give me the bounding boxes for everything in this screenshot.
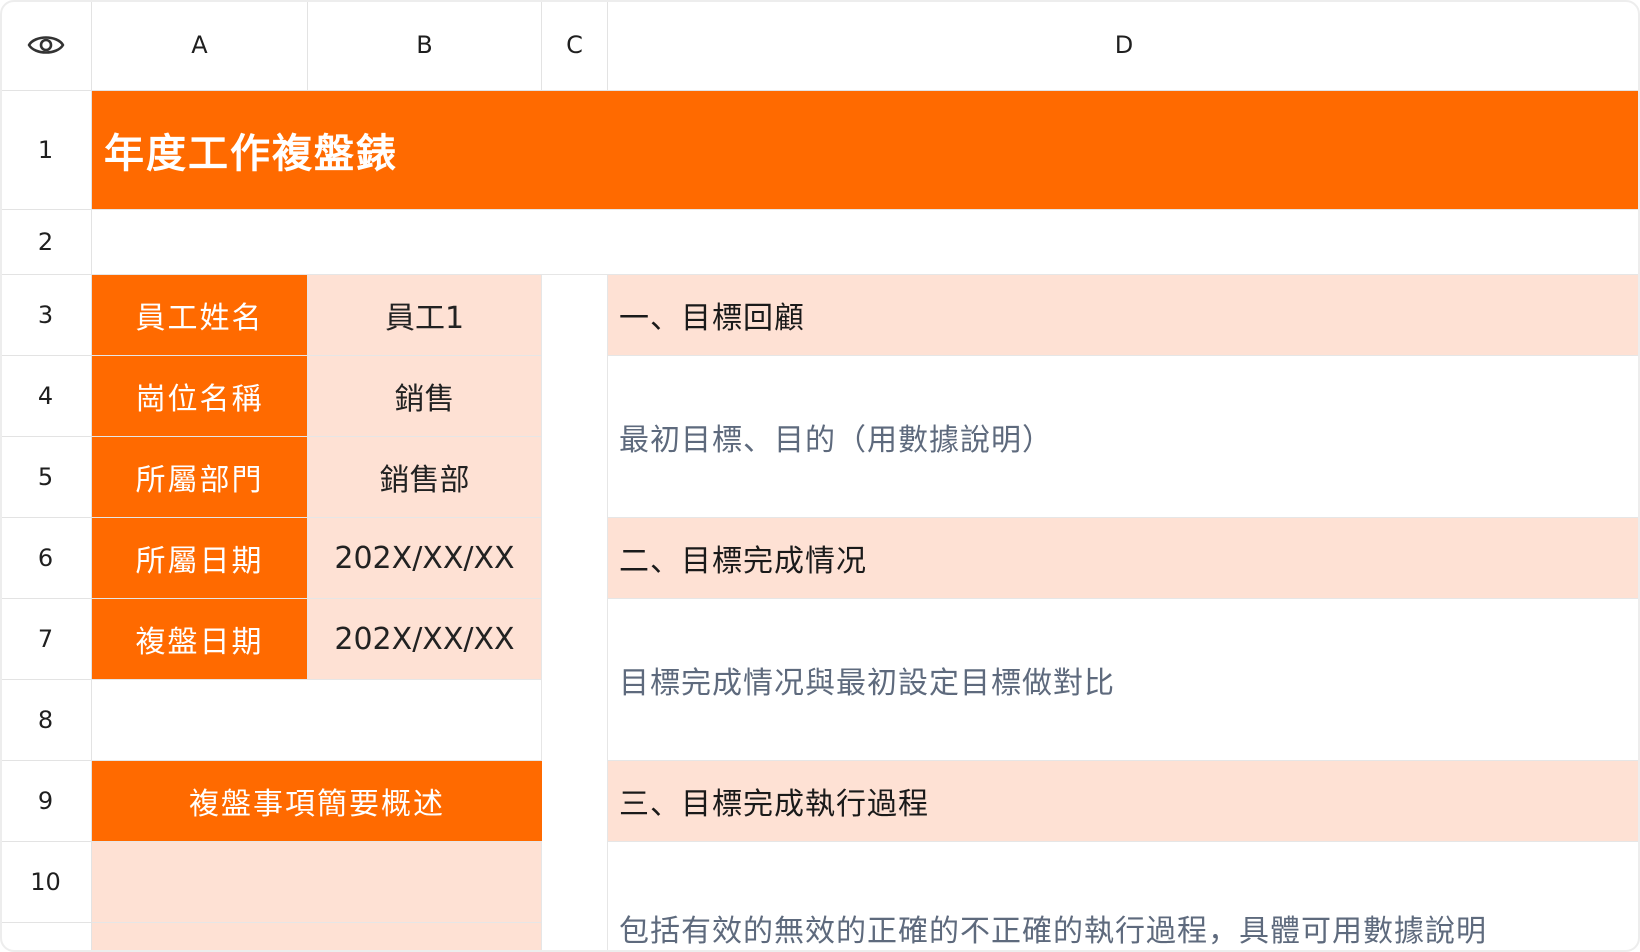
- row-header-3[interactable]: 3: [0, 275, 92, 356]
- spreadsheet: A B C D 1 2 3 4 5 6 7 8 9 10 年度工作複盤錶 員工姓…: [0, 0, 1640, 952]
- row-header-2[interactable]: 2: [0, 210, 92, 275]
- section-hint-text: 最初目標、目的（用數據說明）: [619, 422, 1053, 458]
- summary-header-cell[interactable]: 複盤事項簡要概述: [92, 761, 542, 842]
- view-toggle-button[interactable]: [0, 0, 92, 91]
- summary-header: 複盤事項簡要概述: [189, 787, 445, 822]
- column-header-d[interactable]: D: [608, 0, 1640, 91]
- section-heading-text: 二、目標完成情况: [619, 544, 867, 579]
- sheet-title: 年度工作複盤錶: [104, 131, 398, 177]
- column-c-spacer[interactable]: [542, 275, 608, 952]
- field-label-department[interactable]: 所屬部門: [92, 437, 308, 518]
- eye-icon: [27, 32, 65, 58]
- section-heading-execution-process[interactable]: 三、目標完成執行過程: [608, 761, 1640, 842]
- field-label-position[interactable]: 崗位名稱: [92, 356, 308, 437]
- row-header-10[interactable]: 10: [0, 842, 92, 923]
- row-header-11[interactable]: [0, 923, 92, 952]
- sheet-title-cell[interactable]: 年度工作複盤錶: [92, 91, 1640, 210]
- field-label-period-date[interactable]: 所屬日期: [92, 518, 308, 599]
- empty-cell-row-8[interactable]: [92, 680, 542, 761]
- column-header-a[interactable]: A: [92, 0, 308, 91]
- section-hint-text: 包括有效的無效的正確的不正確的執行過程，具體可用數據說明: [619, 914, 1487, 949]
- section-body-execution-process[interactable]: 包括有效的無效的正確的不正確的執行過程，具體可用數據說明: [608, 842, 1640, 952]
- empty-cell-row-2[interactable]: [92, 210, 1640, 275]
- field-value-position[interactable]: 銷售: [308, 356, 542, 437]
- row-header-9[interactable]: 9: [0, 761, 92, 842]
- column-header-b[interactable]: B: [308, 0, 542, 91]
- section-hint-text: 目標完成情况與最初設定目標做對比: [619, 665, 1115, 701]
- row-header-1[interactable]: 1: [0, 91, 92, 210]
- field-value-employee-name[interactable]: 員工1: [308, 275, 542, 356]
- field-label-employee-name[interactable]: 員工姓名: [92, 275, 308, 356]
- summary-content-cell-next[interactable]: [92, 923, 542, 952]
- section-heading-goal-review[interactable]: 一、目標回顧: [608, 275, 1640, 356]
- section-heading-text: 一、目標回顧: [619, 301, 805, 336]
- row-header-7[interactable]: 7: [0, 599, 92, 680]
- field-label-review-date[interactable]: 複盤日期: [92, 599, 308, 680]
- field-value-review-date[interactable]: 202X/XX/XX: [308, 599, 542, 680]
- row-header-6[interactable]: 6: [0, 518, 92, 599]
- section-body-goal-completion[interactable]: 目標完成情况與最初設定目標做對比: [608, 599, 1640, 761]
- field-value-period-date[interactable]: 202X/XX/XX: [308, 518, 542, 599]
- section-heading-text: 三、目標完成執行過程: [619, 787, 929, 822]
- column-header-c[interactable]: C: [542, 0, 608, 91]
- field-value-department[interactable]: 銷售部: [308, 437, 542, 518]
- row-header-5[interactable]: 5: [0, 437, 92, 518]
- section-heading-goal-completion[interactable]: 二、目標完成情况: [608, 518, 1640, 599]
- summary-content-cell[interactable]: [92, 842, 542, 923]
- row-header-4[interactable]: 4: [0, 356, 92, 437]
- row-header-8[interactable]: 8: [0, 680, 92, 761]
- section-body-goal-review[interactable]: 最初目標、目的（用數據說明）: [608, 356, 1640, 518]
